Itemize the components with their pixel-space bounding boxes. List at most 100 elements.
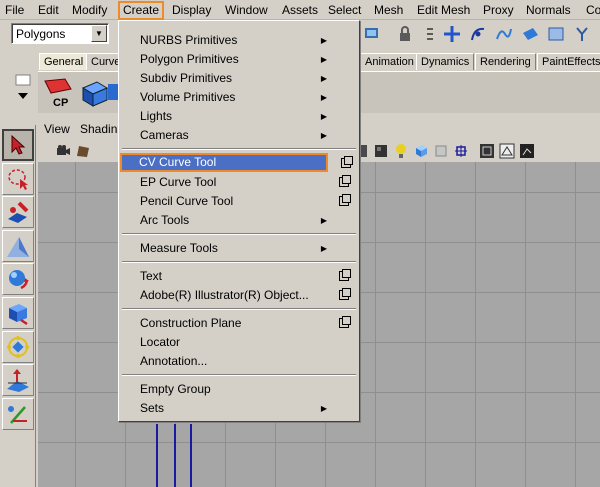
lights-icon[interactable] xyxy=(392,142,409,159)
select-tool-button[interactable] xyxy=(2,129,34,161)
show-manip-icon xyxy=(8,406,27,424)
menu-select[interactable]: Select xyxy=(328,3,361,17)
menu-edit-mesh[interactable]: Edit Mesh xyxy=(417,3,470,17)
universal-manip-icon xyxy=(7,336,29,358)
menu-item-adobe-illustrator-object[interactable]: Adobe(R) Illustrator(R) Object... xyxy=(121,286,357,305)
menu-set-select[interactable]: Polygons ▼ xyxy=(11,23,109,44)
create-dropdown-menu: NURBS Primitives ▶ Polygon Primitives ▶ … xyxy=(118,20,360,422)
menu-item-nurbs-primitives[interactable]: NURBS Primitives ▶ xyxy=(121,31,357,50)
shelf-tab-general[interactable]: General xyxy=(39,53,89,70)
panel-menu-view[interactable]: View xyxy=(44,122,70,136)
render-icon[interactable] xyxy=(362,24,382,44)
menu-create[interactable]: Create xyxy=(118,1,165,20)
menu-item-cv-curve-tool[interactable]: CV Curve Tool xyxy=(120,153,328,172)
scale-tool-button[interactable] xyxy=(2,297,34,329)
menu-item-label: EP Curve Tool xyxy=(140,175,217,189)
submenu-arrow-icon: ▶ xyxy=(320,93,327,102)
paint-select-button[interactable] xyxy=(2,196,34,228)
snap-surface-icon[interactable] xyxy=(546,24,566,44)
menu-normals[interactable]: Normals xyxy=(526,3,571,17)
textured-icon[interactable] xyxy=(372,142,389,159)
option-box-icon[interactable] xyxy=(339,288,351,300)
option-box-icon[interactable] xyxy=(341,156,353,168)
menu-item-label: Arc Tools xyxy=(140,213,190,227)
option-box-icon[interactable] xyxy=(339,175,351,187)
move-tool-button[interactable] xyxy=(2,230,34,262)
chevron-down-icon[interactable]: ▼ xyxy=(91,25,107,42)
menu-item-construction-plane[interactable]: Construction Plane xyxy=(121,314,357,333)
shelf-menu-icon[interactable] xyxy=(13,73,33,111)
shelf-tab-rendering[interactable]: Rendering xyxy=(475,53,536,70)
shelf-tab-painteffects[interactable]: PaintEffects xyxy=(537,53,600,70)
snap-curve-icon[interactable] xyxy=(468,24,488,44)
menu-item-pencil-curve-tool[interactable]: Pencil Curve Tool xyxy=(121,192,357,211)
polygon-tool-icon[interactable] xyxy=(108,75,118,109)
soft-mod-button[interactable] xyxy=(2,364,34,396)
menu-window[interactable]: Window xyxy=(225,3,268,17)
menu-item-sets[interactable]: Sets ▶ xyxy=(121,399,357,418)
menu-item-locator[interactable]: Locator xyxy=(121,333,357,352)
lasso-tool-button[interactable] xyxy=(2,163,34,195)
menu-modify[interactable]: Modify xyxy=(72,3,107,17)
menu-item-lights[interactable]: Lights ▶ xyxy=(121,107,357,126)
hud-icon[interactable] xyxy=(518,142,535,159)
snap-plane-icon[interactable] xyxy=(520,24,540,44)
shelf-tab-animation[interactable]: Animation xyxy=(360,53,419,70)
submenu-arrow-icon: ▶ xyxy=(320,216,327,225)
soft-mod-icon xyxy=(7,369,29,392)
submenu-arrow-icon: ▶ xyxy=(320,244,327,253)
menu-item-label: Measure Tools xyxy=(140,241,218,255)
shadows-icon[interactable] xyxy=(412,142,429,159)
camera-view-icon[interactable] xyxy=(498,142,515,159)
xray-icon[interactable] xyxy=(432,142,449,159)
menu-item-measure-tools[interactable]: Measure Tools ▶ xyxy=(121,239,357,258)
menu-item-label: CV Curve Tool xyxy=(139,155,217,169)
menu-mesh[interactable]: Mesh xyxy=(374,3,403,17)
lasso-icon xyxy=(8,169,28,190)
menu-item-text[interactable]: Text xyxy=(121,267,357,286)
menu-item-label: Cameras xyxy=(140,128,189,142)
menu-separator xyxy=(122,374,356,376)
rotate-tool-button[interactable] xyxy=(2,263,34,295)
menu-assets[interactable]: Assets xyxy=(282,3,318,17)
menu-item-ep-curve-tool[interactable]: EP Curve Tool xyxy=(121,173,357,192)
shelf-tab-dynamics[interactable]: Dynamics xyxy=(416,53,475,70)
menu-item-subdiv-primitives[interactable]: Subdiv Primitives ▶ xyxy=(121,69,357,88)
cp-label: CP xyxy=(53,97,68,109)
option-box-icon[interactable] xyxy=(339,316,351,328)
create-polygon-button[interactable]: CP xyxy=(41,75,75,109)
isolate-icon[interactable] xyxy=(452,142,469,159)
camera-icon[interactable] xyxy=(54,142,71,159)
menu-item-label: Construction Plane xyxy=(140,316,242,330)
menu-item-label: Adobe(R) Illustrator(R) Object... xyxy=(140,288,309,302)
menu-item-annotation[interactable]: Annotation... xyxy=(121,352,357,371)
menu-item-polygon-primitives[interactable]: Polygon Primitives ▶ xyxy=(121,50,357,69)
menu-item-arc-tools[interactable]: Arc Tools ▶ xyxy=(121,211,357,230)
universal-manip-button[interactable] xyxy=(2,331,34,363)
option-box-icon[interactable] xyxy=(339,194,351,206)
menu-edit[interactable]: Edit xyxy=(38,3,59,17)
polygon-cube-icon[interactable] xyxy=(78,75,112,109)
bookmark-icon[interactable] xyxy=(74,142,91,159)
menu-proxy[interactable]: Proxy xyxy=(483,3,514,17)
menu-file[interactable]: File xyxy=(5,3,24,17)
menu-display[interactable]: Display xyxy=(172,3,211,17)
show-manip-button[interactable] xyxy=(2,398,34,430)
lock-icon[interactable] xyxy=(395,24,415,44)
panel-menu-shading[interactable]: Shadin xyxy=(80,122,117,136)
menu-more[interactable]: Co xyxy=(586,3,600,17)
menu-item-label: Locator xyxy=(140,335,181,349)
menu-item-empty-group[interactable]: Empty Group xyxy=(121,380,357,399)
snap-live-icon[interactable] xyxy=(572,24,592,44)
curve-line-2 xyxy=(174,424,176,487)
snap-point-icon[interactable] xyxy=(494,24,514,44)
menu-item-cameras[interactable]: Cameras ▶ xyxy=(121,126,357,145)
menu-item-volume-primitives[interactable]: Volume Primitives ▶ xyxy=(121,88,357,107)
menu-item-label: Text xyxy=(140,269,163,283)
rotate-tool-icon xyxy=(9,270,29,290)
snap-grid-icon[interactable] xyxy=(442,24,462,44)
wireframe-icon[interactable] xyxy=(478,142,495,159)
option-box-icon[interactable] xyxy=(339,269,351,281)
menu-separator xyxy=(122,233,356,235)
menu-separator xyxy=(122,148,356,150)
